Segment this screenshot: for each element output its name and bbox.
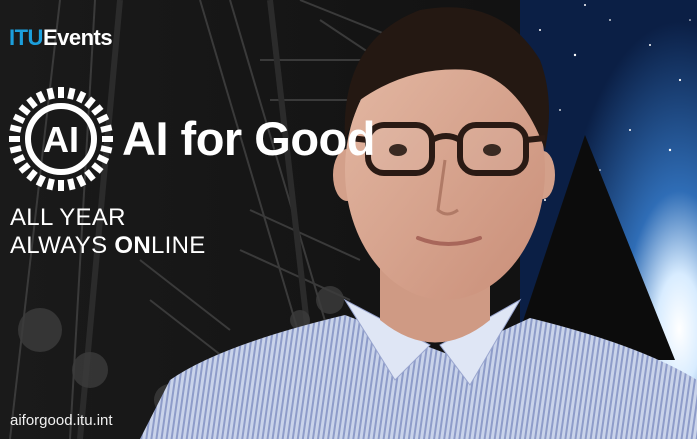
emblem-ring-segment [100, 145, 113, 154]
emblem-ring-segment [91, 162, 104, 174]
website-url: aiforgood.itu.int [10, 412, 113, 429]
tagline-line: LINE [150, 232, 206, 259]
emblem-ring-segment [12, 113, 26, 124]
emblem-ring-segment [26, 169, 38, 182]
emblem-ring-segment [46, 178, 55, 191]
emblem-ring-segment [67, 178, 76, 191]
emblem-ring-segment [91, 104, 104, 116]
emblem-ring-segment [18, 104, 31, 116]
emblem-ring-segment [35, 174, 46, 188]
video-frame: ITUEvents AI AI for Good ALL YEAR ALWAYS… [0, 0, 697, 439]
emblem-ring-segment [96, 113, 110, 124]
itu-logo-suffix: Events [42, 25, 113, 50]
emblem-ring-segment [100, 124, 113, 133]
itu-logo-prefix: ITU [9, 25, 43, 50]
emblem-ring-segment [84, 96, 96, 109]
itu-events-logo: ITUEvents [9, 25, 113, 50]
tagline-on: ON [114, 232, 151, 259]
tagline-all-year: ALL YEAR [10, 204, 126, 231]
tagline-always-online: ALWAYS ONLINE [10, 233, 206, 259]
ai-for-good-emblem-icon: AI [9, 87, 113, 191]
ai-for-good-title: AI for Good [122, 112, 375, 165]
emblem-ring-segment [46, 87, 55, 100]
emblem-ring-segment [84, 169, 96, 182]
emblem-ring-segment [18, 162, 31, 174]
emblem-ring-segment [35, 90, 46, 104]
emblem-ring-segment [96, 154, 110, 165]
emblem-ring-segment [76, 174, 87, 188]
tagline-always: ALWAYS [10, 232, 115, 259]
emblem-ring-segment [67, 87, 76, 100]
ai-emblem-text: AI [43, 119, 79, 160]
emblem-ring-segment [76, 90, 87, 104]
emblem-ring-segment [9, 124, 22, 133]
emblem-ring-segment [9, 145, 22, 154]
emblem-ring-segment [26, 96, 38, 109]
emblem-ring-segment [12, 154, 26, 165]
